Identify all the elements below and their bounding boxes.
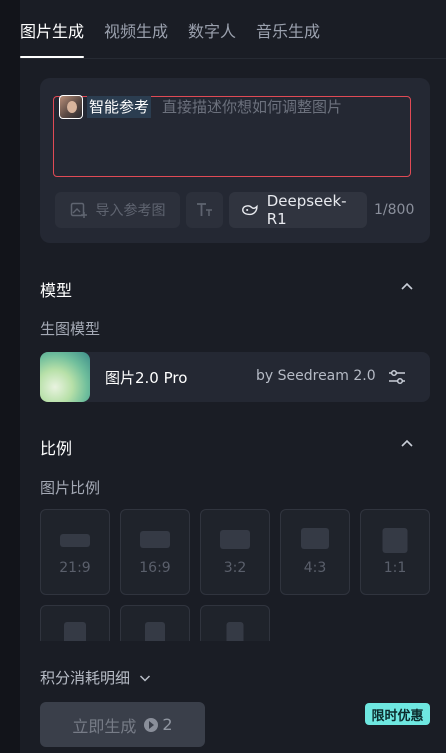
model-section-title: 模型 [40, 281, 73, 300]
tab-music-generation[interactable]: 音乐生成 [256, 20, 320, 58]
tab-image-generation[interactable]: 图片生成 [20, 20, 85, 58]
ratio-label: 16:9 [139, 560, 171, 576]
chevron-down-icon [139, 674, 151, 682]
prompt-toolbar: 导入参考图 Deepseek-R1 [55, 192, 367, 228]
ratio-shape [220, 530, 250, 549]
prompt-card: 智能参考 直接描述你想如何调整图片 导入参考图 Deepseek-R1 1/80… [40, 78, 430, 243]
reference-chip[interactable]: 智能参考 [59, 95, 152, 119]
ratio-shape [145, 622, 165, 641]
ratio-option-1-1[interactable]: 1:1 [360, 509, 430, 595]
reference-label: 智能参考 [87, 96, 152, 118]
ratio-shape [140, 531, 170, 548]
sliders-icon[interactable] [387, 367, 407, 387]
ratio-option-4-3[interactable]: 4:3 [280, 509, 350, 595]
ratio-label: 3:2 [223, 560, 247, 576]
ratio-grid: 21:9 16:9 3:2 4:3 1:1 [40, 509, 430, 641]
tab-video-generation[interactable]: 视频生成 [104, 20, 168, 58]
ratio-option-16-9[interactable]: 16:9 [120, 509, 190, 595]
ratio-shape [301, 528, 329, 549]
tab-digital-human[interactable]: 数字人 [188, 20, 236, 58]
generate-button[interactable]: 立即生成 2 [40, 702, 205, 747]
ratio-option-3-4[interactable] [40, 605, 110, 641]
reference-image-thumbnail [59, 95, 83, 119]
import-reference-label: 导入参考图 [95, 203, 166, 219]
cost-detail-toggle[interactable]: 积分消耗明细 [40, 667, 152, 688]
collapse-ratio-icon[interactable] [399, 436, 415, 452]
ratio-sublabel: 图片比例 [40, 479, 101, 497]
promo-badge[interactable]: 限时优惠 [365, 703, 430, 725]
left-strip [0, 0, 20, 753]
model-sublabel: 生图模型 [40, 320, 101, 338]
tabs-divider [20, 58, 446, 59]
image-add-icon [70, 202, 87, 218]
model-selector[interactable]: 图片2.0 Pro by Seedream 2.0 [40, 352, 430, 402]
model-thumbnail [40, 352, 90, 402]
ratio-label: 4:3 [303, 560, 327, 576]
character-counter: 1/800 [374, 202, 415, 218]
llm-model-label: Deepseek-R1 [266, 192, 347, 228]
ratio-label: 1:1 [383, 560, 407, 576]
prompt-placeholder: 直接描述你想如何调整图片 [162, 98, 343, 116]
import-reference-button[interactable]: 导入参考图 [55, 192, 180, 228]
text-size-icon [196, 203, 212, 216]
model-name: 图片2.0 Pro [105, 369, 188, 387]
ratio-option-2-3[interactable] [120, 605, 190, 641]
ratio-shape [382, 528, 408, 553]
text-style-button[interactable] [186, 192, 223, 228]
deepseek-whale-icon [242, 204, 258, 216]
credit-amount: 2 [162, 715, 173, 734]
ratio-option-21-9[interactable]: 21:9 [40, 509, 110, 595]
ratio-shape [226, 622, 244, 641]
ratio-shape [64, 622, 86, 641]
credit-cost: 2 [144, 715, 173, 734]
ratio-option-9-16[interactable] [200, 605, 270, 641]
llm-model-button[interactable]: Deepseek-R1 [229, 192, 367, 228]
prompt-input[interactable]: 智能参考 直接描述你想如何调整图片 [53, 95, 411, 177]
cost-detail-label: 积分消耗明细 [40, 669, 131, 687]
ratio-shape [60, 534, 90, 547]
model-provider: by Seedream 2.0 [256, 368, 376, 384]
collapse-model-icon[interactable] [399, 279, 415, 295]
tab-bar: 图片生成 视频生成 数字人 音乐生成 [20, 20, 320, 58]
credit-icon [144, 717, 159, 732]
ratio-label: 21:9 [59, 560, 91, 576]
ratio-section-title: 比例 [40, 439, 73, 458]
generate-label: 立即生成 [72, 716, 137, 736]
ratio-option-3-2[interactable]: 3:2 [200, 509, 270, 595]
